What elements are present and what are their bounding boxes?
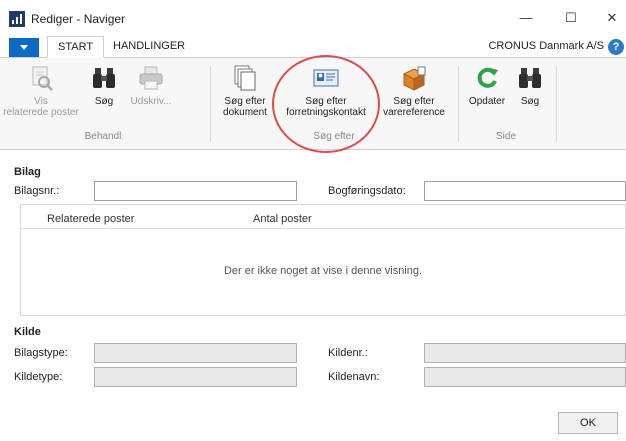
find-document-label-2: dokument (223, 107, 267, 118)
app-icon (9, 11, 25, 27)
ribbon-separator (210, 66, 211, 142)
content-area: Bilag Bilagsnr.: Bogføringsdato: Relater… (14, 156, 626, 441)
view-related-label-2: relaterede poster (3, 107, 79, 118)
bilagstype-label: Bilagstype: (14, 347, 68, 359)
grid-empty-message: Der er ikke noget at vise i denne visnin… (223, 265, 423, 277)
highlight-circle (272, 55, 380, 153)
printer-icon (137, 64, 165, 92)
kildenavn-field (424, 367, 626, 387)
find-item-reference-button[interactable]: Søg efter varereference (376, 64, 452, 118)
bogforingsdato-input[interactable] (424, 181, 626, 201)
bilagstype-field (94, 343, 297, 363)
view-related-label-1: Vis (34, 96, 48, 107)
page-search-label: Søg (520, 96, 540, 107)
close-button[interactable]: ✕ (597, 6, 626, 30)
group-label-behandl: Behandl (84, 131, 122, 142)
kildetype-field (94, 367, 297, 387)
help-icon[interactable]: ? (608, 39, 624, 55)
print-label: Udskriv... (130, 96, 172, 107)
find-item-reference-label-1: Søg efter (393, 96, 435, 107)
search-button[interactable]: Søg (86, 64, 122, 107)
ok-button[interactable]: OK (558, 412, 618, 434)
section-title-kilde: Kilde (14, 326, 41, 338)
find-item-reference-label-2: varereference (383, 107, 445, 118)
company-name: CRONUS Danmark A/S (488, 40, 604, 52)
view-related-entries-button[interactable]: Vis relaterede poster (0, 64, 82, 118)
find-document-label-1: Søg efter (224, 96, 266, 107)
group-label-side: Side (495, 131, 516, 142)
related-entries-grid: Relaterede poster Antal poster Der er ik… (20, 204, 626, 316)
print-button[interactable]: Udskriv... (126, 64, 176, 107)
ribbon-tab-bar: START HANDLINGER CRONUS Danmark A/S ? (0, 36, 626, 58)
tab-start[interactable]: START (47, 36, 105, 58)
refresh-label: Opdater (468, 96, 506, 107)
find-document-button[interactable]: Søg efter dokument (214, 64, 276, 118)
bilagsnr-label: Bilagsnr.: (14, 185, 60, 197)
search-label: Søg (94, 96, 114, 107)
ribbon-separator (556, 66, 557, 142)
window-title: Rediger - Naviger (31, 12, 126, 26)
page-search-button[interactable]: Søg (512, 64, 548, 107)
ribbon-separator (458, 66, 459, 142)
item-box-icon (400, 64, 428, 92)
tab-handlinger[interactable]: HANDLINGER (103, 36, 195, 58)
column-header-relaterede-poster[interactable]: Relaterede poster (47, 213, 134, 225)
minimize-button[interactable]: — (511, 6, 541, 30)
kildetype-label: Kildetype: (14, 371, 63, 383)
documents-icon (231, 64, 259, 92)
bilagsnr-input[interactable] (94, 181, 297, 201)
kildenr-field (424, 343, 626, 363)
bogforingsdato-label: Bogføringsdato: (328, 185, 406, 197)
binoculars-icon (516, 64, 544, 92)
view-related-icon (27, 64, 55, 92)
app-menu-button[interactable] (9, 38, 39, 57)
kildenavn-label: Kildenavn: (328, 371, 380, 383)
refresh-button[interactable]: Opdater (464, 64, 510, 107)
refresh-icon (473, 64, 501, 92)
section-title-bilag: Bilag (14, 166, 41, 178)
title-bar: Rediger - Naviger — ☐ ✕ (0, 0, 626, 36)
binoculars-icon (90, 64, 118, 92)
maximize-button[interactable]: ☐ (556, 6, 586, 30)
kildenr-label: Kildenr.: (328, 347, 368, 359)
column-header-antal-poster[interactable]: Antal poster (253, 213, 312, 225)
grid-header: Relaterede poster Antal poster (21, 205, 625, 229)
